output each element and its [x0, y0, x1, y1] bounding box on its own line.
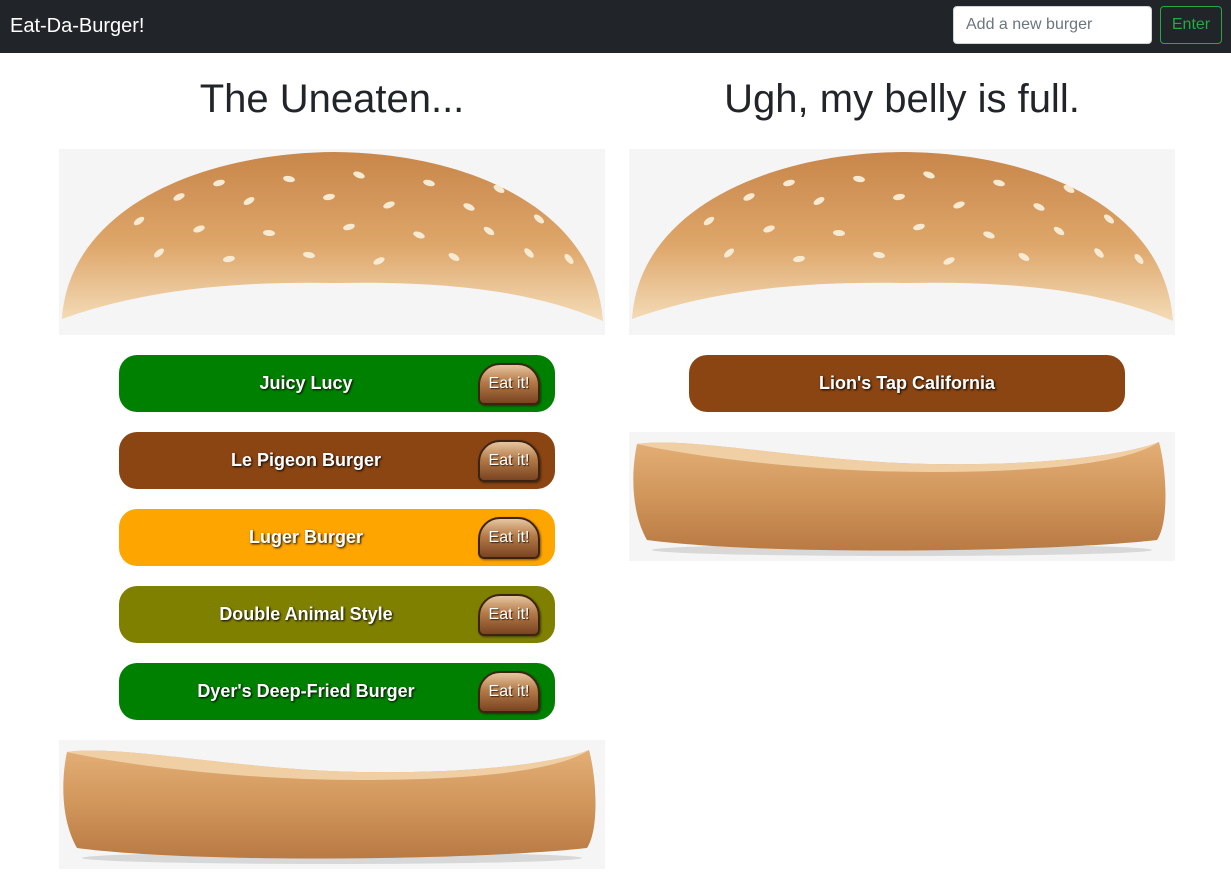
- uneaten-burger-list: Juicy Lucy Eat it! Le Pigeon Burger Eat …: [119, 355, 555, 740]
- eat-it-button[interactable]: Eat it!: [478, 517, 540, 559]
- uneaten-title: The Uneaten...: [199, 77, 465, 121]
- burger-name: Juicy Lucy: [259, 373, 353, 393]
- navbar: Eat-Da-Burger! Enter: [0, 0, 1231, 53]
- eat-it-button[interactable]: Eat it!: [478, 671, 540, 713]
- burger-name: Le Pigeon Burger: [230, 450, 382, 470]
- eat-it-button[interactable]: Eat it!: [478, 363, 540, 405]
- eaten-burger-list: Lion's Tap California: [689, 355, 1125, 432]
- burger-name: Double Animal Style: [219, 604, 393, 624]
- add-burger-input[interactable]: [953, 6, 1152, 44]
- burger-item: Lion's Tap California: [689, 355, 1125, 412]
- burger-name: Luger Burger: [248, 527, 363, 547]
- bottom-bun-image: [629, 432, 1175, 561]
- bottom-bun-image: [59, 740, 605, 869]
- enter-button[interactable]: Enter: [1160, 6, 1222, 44]
- burger-item: Luger Burger Eat it!: [119, 509, 555, 566]
- eaten-title: Ugh, my belly is full.: [724, 77, 1080, 121]
- burger-name: Lion's Tap California: [819, 373, 995, 393]
- burger-item: Double Animal Style Eat it!: [119, 586, 555, 643]
- burger-item: Juicy Lucy Eat it!: [119, 355, 555, 412]
- burger-item: Dyer's Deep-Fried Burger Eat it!: [119, 663, 555, 720]
- burger-item: Le Pigeon Burger Eat it!: [119, 432, 555, 489]
- top-bun-image: [629, 149, 1175, 335]
- eat-it-button[interactable]: Eat it!: [478, 440, 540, 482]
- top-bun-image: [59, 149, 605, 335]
- eat-it-button[interactable]: Eat it!: [478, 594, 540, 636]
- burger-name: Dyer's Deep-Fried Burger: [197, 681, 415, 701]
- brand-title[interactable]: Eat-Da-Burger!: [10, 13, 145, 39]
